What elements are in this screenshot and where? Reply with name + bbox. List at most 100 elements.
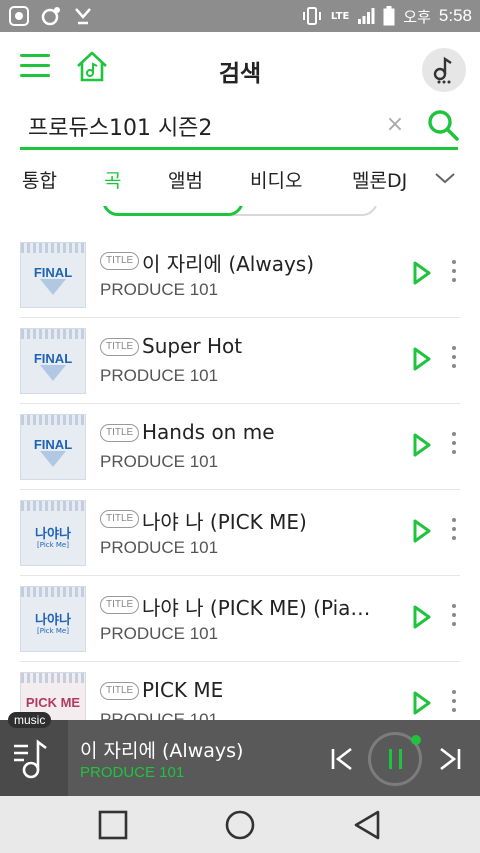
song-row[interactable]: 나야나 [Pick Me] TITLE 나야 나 (PICK ME) (Pian…: [20, 576, 460, 662]
more-options-icon[interactable]: [450, 518, 458, 544]
playlist-icon: [14, 739, 47, 779]
menu-icon-bar: [20, 74, 50, 77]
album-art-text: 나야나: [35, 526, 71, 541]
play-icon[interactable]: [412, 690, 432, 716]
next-track-icon[interactable]: [438, 746, 462, 772]
song-artist: PRODUCE 101: [100, 538, 219, 557]
song-artist: PRODUCE 101: [100, 366, 219, 385]
title-badge: TITLE: [100, 682, 140, 700]
song-row[interactable]: FINAL TITLE Super Hot PRODUCE 101: [20, 318, 460, 404]
tab-songs[interactable]: 곡: [104, 166, 121, 193]
status-ampm: 오후: [403, 7, 431, 26]
song-title: Hands on me: [142, 420, 275, 444]
vibrate-icon: [302, 7, 321, 25]
music-note-icon: [433, 56, 452, 84]
pause-icon-bar: [399, 749, 402, 769]
song-title: 나야 나 (PICK ME): [142, 510, 307, 534]
tab-integrated[interactable]: 통합: [22, 166, 57, 193]
song-row[interactable]: FINAL TITLE Hands on me PRODUCE 101: [20, 404, 460, 490]
song-title: PICK ME: [142, 678, 224, 702]
search-category-tabs: 통합 곡 앨범 비디오 멜론DJ: [0, 160, 480, 200]
page-title: 검색: [218, 61, 262, 87]
album-art-triangle: [40, 279, 66, 295]
album-art[interactable]: FINAL: [20, 414, 86, 480]
album-art-pattern: [21, 243, 85, 253]
song-row[interactable]: FINAL TITLE 이 자리에 (Always) PRODUCE 101: [20, 232, 460, 318]
more-options-icon[interactable]: [450, 346, 458, 372]
song-row[interactable]: PICK ME TITLE PICK ME PRODUCE 101: [20, 662, 460, 720]
status-system: LTE 오후 5:58: [301, 6, 472, 27]
recent-apps-icon[interactable]: [96, 808, 130, 842]
sort-filter-active-segment[interactable]: [102, 206, 244, 216]
notification-music-icon: [41, 7, 60, 26]
album-art-text: FINAL: [33, 265, 73, 280]
song-title: 이 자리에 (Always): [142, 252, 315, 276]
album-art-pattern: [21, 415, 85, 425]
album-art[interactable]: FINAL: [20, 242, 86, 308]
more-options-icon[interactable]: [450, 432, 458, 458]
title-badge: TITLE: [100, 338, 140, 356]
menu-icon-bar: [20, 54, 50, 57]
song-title: 나야 나 (PICK ME) (Pian...: [142, 596, 382, 620]
filter-control-fragment: [0, 206, 480, 220]
play-icon[interactable]: [412, 604, 432, 630]
album-art[interactable]: FINAL: [20, 328, 86, 394]
menu-button[interactable]: [20, 54, 50, 80]
previous-track-icon[interactable]: [330, 746, 354, 772]
more-options-icon[interactable]: [450, 604, 458, 630]
chevron-down-icon[interactable]: [434, 170, 456, 186]
album-art-text: 나야나: [35, 612, 71, 627]
play-icon[interactable]: [412, 432, 432, 458]
album-art-triangle: [40, 451, 66, 467]
system-nav-bar: [0, 796, 480, 853]
play-icon[interactable]: [412, 518, 432, 544]
mini-player[interactable]: 이 자리에 (Always) PRODUCE 101: [0, 720, 480, 796]
play-icon[interactable]: [412, 260, 432, 286]
song-row[interactable]: 나야나 [Pick Me] TITLE 나야 나 (PICK ME) PRODU…: [20, 490, 460, 576]
album-art-subtext: [Pick Me]: [37, 541, 69, 549]
title-badge: TITLE: [100, 424, 140, 442]
pause-icon-bar: [389, 749, 392, 769]
notification-app-icon: [9, 6, 29, 26]
tab-videos[interactable]: 비디오: [250, 166, 302, 193]
now-playing-button[interactable]: [422, 48, 466, 92]
album-art-subtext: [Pick Me]: [37, 627, 69, 635]
pause-button[interactable]: [368, 732, 422, 786]
music-badge: music: [8, 712, 52, 728]
tab-melon-dj[interactable]: 멜론DJ: [352, 166, 407, 193]
album-art-triangle: [40, 365, 66, 381]
song-artist: PRODUCE 101: [100, 452, 219, 471]
home-button[interactable]: [75, 50, 109, 84]
album-art-text: FINAL: [33, 351, 73, 366]
title-badge: TITLE: [100, 510, 140, 528]
album-art[interactable]: 나야나 [Pick Me]: [20, 500, 86, 566]
album-art-pattern: [21, 587, 85, 597]
album-art-pattern: [21, 329, 85, 339]
song-list: FINAL TITLE 이 자리에 (Always) PRODUCE 101 F…: [0, 232, 480, 720]
tab-albums[interactable]: 앨범: [168, 166, 203, 193]
song-artist: PRODUCE 101: [100, 280, 219, 299]
battery-icon: [383, 6, 395, 26]
playlist-button[interactable]: [0, 720, 68, 796]
progress-indicator-dot: [411, 735, 421, 745]
album-art[interactable]: 나야나 [Pick Me]: [20, 586, 86, 652]
more-options-icon[interactable]: [450, 690, 458, 716]
status-bar: LTE 오후 5:58: [0, 0, 480, 32]
more-options-icon[interactable]: [450, 260, 458, 286]
clear-search-button[interactable]: ×: [384, 114, 406, 136]
back-nav-icon[interactable]: [350, 808, 384, 842]
status-time: 5:58: [438, 6, 472, 25]
song-artist: PRODUCE 101: [100, 624, 219, 643]
network-type-label: LTE: [330, 10, 350, 22]
status-notifications: [8, 5, 94, 27]
play-icon[interactable]: [412, 346, 432, 372]
now-playing-title: 이 자리에 (Always): [80, 740, 244, 762]
title-badge: TITLE: [100, 596, 140, 614]
search-icon[interactable]: [426, 108, 460, 142]
menu-icon-bar: [20, 64, 50, 67]
home-nav-icon[interactable]: [223, 808, 257, 842]
notification-download-icon: [75, 8, 91, 25]
album-art-text: PICK ME: [25, 695, 81, 710]
search-bar: ×: [20, 104, 460, 150]
search-input[interactable]: [28, 110, 368, 142]
